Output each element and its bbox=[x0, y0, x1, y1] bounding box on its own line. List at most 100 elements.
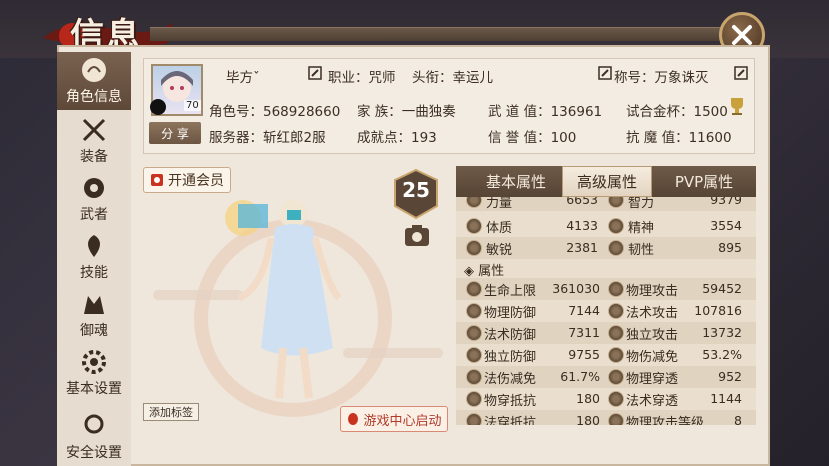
stat-icon bbox=[466, 325, 482, 341]
sidebar-item-label: 基本设置 bbox=[66, 381, 122, 397]
stat-value: 6653 bbox=[566, 197, 598, 207]
stat-value: 7144 bbox=[568, 303, 600, 318]
stat-icon bbox=[466, 303, 482, 319]
stat-label: 敏锐 bbox=[486, 243, 513, 258]
stat-row: 生命上限 361030 物理攻击 59452 bbox=[456, 278, 756, 300]
stat-value: 53.2% bbox=[702, 347, 742, 362]
stat-label: 物理攻击 bbox=[626, 284, 679, 299]
stat-value: 895 bbox=[718, 240, 742, 255]
reputation-value: 信 誉 值：100 bbox=[488, 130, 577, 146]
section-header: ◈ 属性 bbox=[464, 260, 504, 279]
stat-label: 法伤减免 bbox=[484, 372, 537, 387]
gear-icon bbox=[82, 350, 106, 374]
stat-icon bbox=[466, 391, 482, 407]
stat-label: 法术穿透 bbox=[626, 394, 679, 409]
stat-value: 61.7% bbox=[560, 369, 600, 384]
stat-value: 59452 bbox=[702, 281, 742, 296]
stat-row: 法穿抵抗 180 物理攻击等级 8 bbox=[456, 410, 756, 425]
sidebar-item-label: 角色信息 bbox=[66, 89, 122, 105]
character-info-icon bbox=[82, 58, 106, 82]
share-button[interactable]: 分 享 bbox=[149, 122, 201, 144]
stat-row: 物理防御 7144 法术攻击 107816 bbox=[456, 300, 756, 322]
stat-value: 361030 bbox=[552, 281, 600, 296]
game-center-button[interactable]: 游戏中心启动 bbox=[340, 406, 448, 432]
sidebar-item-label: 技能 bbox=[80, 265, 108, 281]
stat-label: 独立攻击 bbox=[626, 328, 679, 343]
sidebar-item-basic-settings[interactable]: 基本设置 bbox=[57, 344, 131, 402]
trial-cup-value: 试合金杯：1500 bbox=[626, 104, 728, 120]
family-label: 家 族：一曲独奏 bbox=[357, 104, 456, 120]
stat-value: 1144 bbox=[710, 391, 742, 406]
role-id: 角色号：568928660 bbox=[209, 104, 341, 120]
sidebar-item-warrior[interactable]: 武者 bbox=[57, 170, 131, 228]
camera-button[interactable] bbox=[403, 222, 431, 250]
stat-value: 9379 bbox=[710, 197, 742, 207]
avatar-level: 70 bbox=[184, 100, 201, 111]
sidebar-item-label: 御魂 bbox=[80, 323, 108, 339]
qq-icon bbox=[150, 99, 166, 115]
edit-icon[interactable] bbox=[734, 66, 748, 80]
skill-icon bbox=[88, 235, 100, 257]
game-center-label: 游戏中心启动 bbox=[363, 413, 442, 429]
stat-icon bbox=[608, 325, 624, 341]
stat-row: 物穿抵抗 180 法术穿透 1144 bbox=[456, 388, 756, 410]
stat-icon bbox=[608, 413, 624, 425]
attribute-tabs: 基本属性 高级属性 PVP属性 bbox=[456, 166, 756, 197]
player-name: 毕方ˇ bbox=[226, 70, 260, 86]
vip-button[interactable]: 开通会员 bbox=[143, 167, 231, 193]
sidebar-item-character-info[interactable]: 角色信息 bbox=[57, 52, 131, 110]
stats-panel: 力量 6653 智力 9379 体质 4133 精神 3554 敏锐 2381 … bbox=[456, 197, 756, 425]
vip-icon bbox=[151, 174, 163, 186]
tab-advanced-attributes[interactable]: 高级属性 bbox=[562, 166, 652, 197]
sidebar: 角色信息 装备 武者 技能 御魂 基本设置 安全设置 bbox=[57, 52, 131, 466]
server-label: 服务器：斩红郎2服 bbox=[209, 130, 326, 146]
stat-icon bbox=[466, 347, 482, 363]
stat-label: 物穿抵抗 bbox=[484, 394, 537, 409]
sidebar-item-label: 武者 bbox=[80, 207, 108, 223]
stat-value: 107816 bbox=[694, 303, 742, 318]
stat-icon bbox=[608, 391, 624, 407]
title-bar-divider bbox=[150, 27, 740, 41]
stat-value: 180 bbox=[576, 391, 600, 406]
stat-value: 9755 bbox=[568, 347, 600, 362]
stat-row: 法术防御 7311 独立攻击 13732 bbox=[456, 322, 756, 344]
edit-honor-icon[interactable] bbox=[598, 66, 612, 80]
stat-row: 体质 4133 精神 3554 bbox=[456, 215, 756, 237]
sidebar-item-equipment[interactable]: 装备 bbox=[57, 112, 131, 170]
level-badge-number: 25 bbox=[402, 178, 430, 202]
stat-label: 精神 bbox=[628, 221, 655, 236]
stat-label: 法术攻击 bbox=[626, 306, 679, 321]
edit-name-icon[interactable] bbox=[308, 66, 322, 80]
stat-icon bbox=[608, 281, 624, 297]
strength-icon bbox=[466, 197, 482, 208]
tab-basic-attributes[interactable]: 基本属性 bbox=[464, 166, 568, 197]
stat-value: 3554 bbox=[710, 218, 742, 233]
tab-pvp-attributes[interactable]: PVP属性 bbox=[656, 166, 752, 197]
section-title: 属性 bbox=[478, 264, 505, 279]
stat-row: 独立防御 9755 物伤减免 53.2% bbox=[456, 344, 756, 366]
soul-icon bbox=[84, 296, 104, 314]
add-tag-button[interactable]: 添加标签 bbox=[143, 403, 199, 421]
stat-label: 物理穿透 bbox=[626, 372, 679, 387]
stat-icon bbox=[608, 369, 624, 385]
stat-value: 952 bbox=[718, 369, 742, 384]
constitution-icon bbox=[466, 218, 482, 234]
stat-label: 物伤减免 bbox=[626, 350, 679, 365]
stat-value: 8 bbox=[734, 413, 742, 425]
anti-demon-value: 抗 魔 值：11600 bbox=[626, 130, 732, 146]
stat-label: 智力 bbox=[628, 197, 655, 211]
stat-label: 法术防御 bbox=[484, 328, 537, 343]
martial-value: 武 道 值：136961 bbox=[488, 104, 603, 120]
stat-icon bbox=[608, 347, 624, 363]
diamond-icon: ◈ bbox=[464, 264, 474, 279]
sidebar-item-soul[interactable]: 御魂 bbox=[57, 286, 131, 344]
stat-row: 力量 6653 智力 9379 bbox=[456, 197, 756, 211]
stat-label: 物理防御 bbox=[484, 306, 537, 321]
stat-label: 法穿抵抗 bbox=[484, 416, 537, 425]
toughness-icon bbox=[608, 240, 624, 256]
stat-icon bbox=[466, 369, 482, 385]
stat-icon bbox=[608, 303, 624, 319]
sidebar-item-skill[interactable]: 技能 bbox=[57, 228, 131, 286]
intellect-icon bbox=[608, 197, 624, 208]
sidebar-item-security[interactable]: 安全设置 bbox=[57, 402, 131, 466]
